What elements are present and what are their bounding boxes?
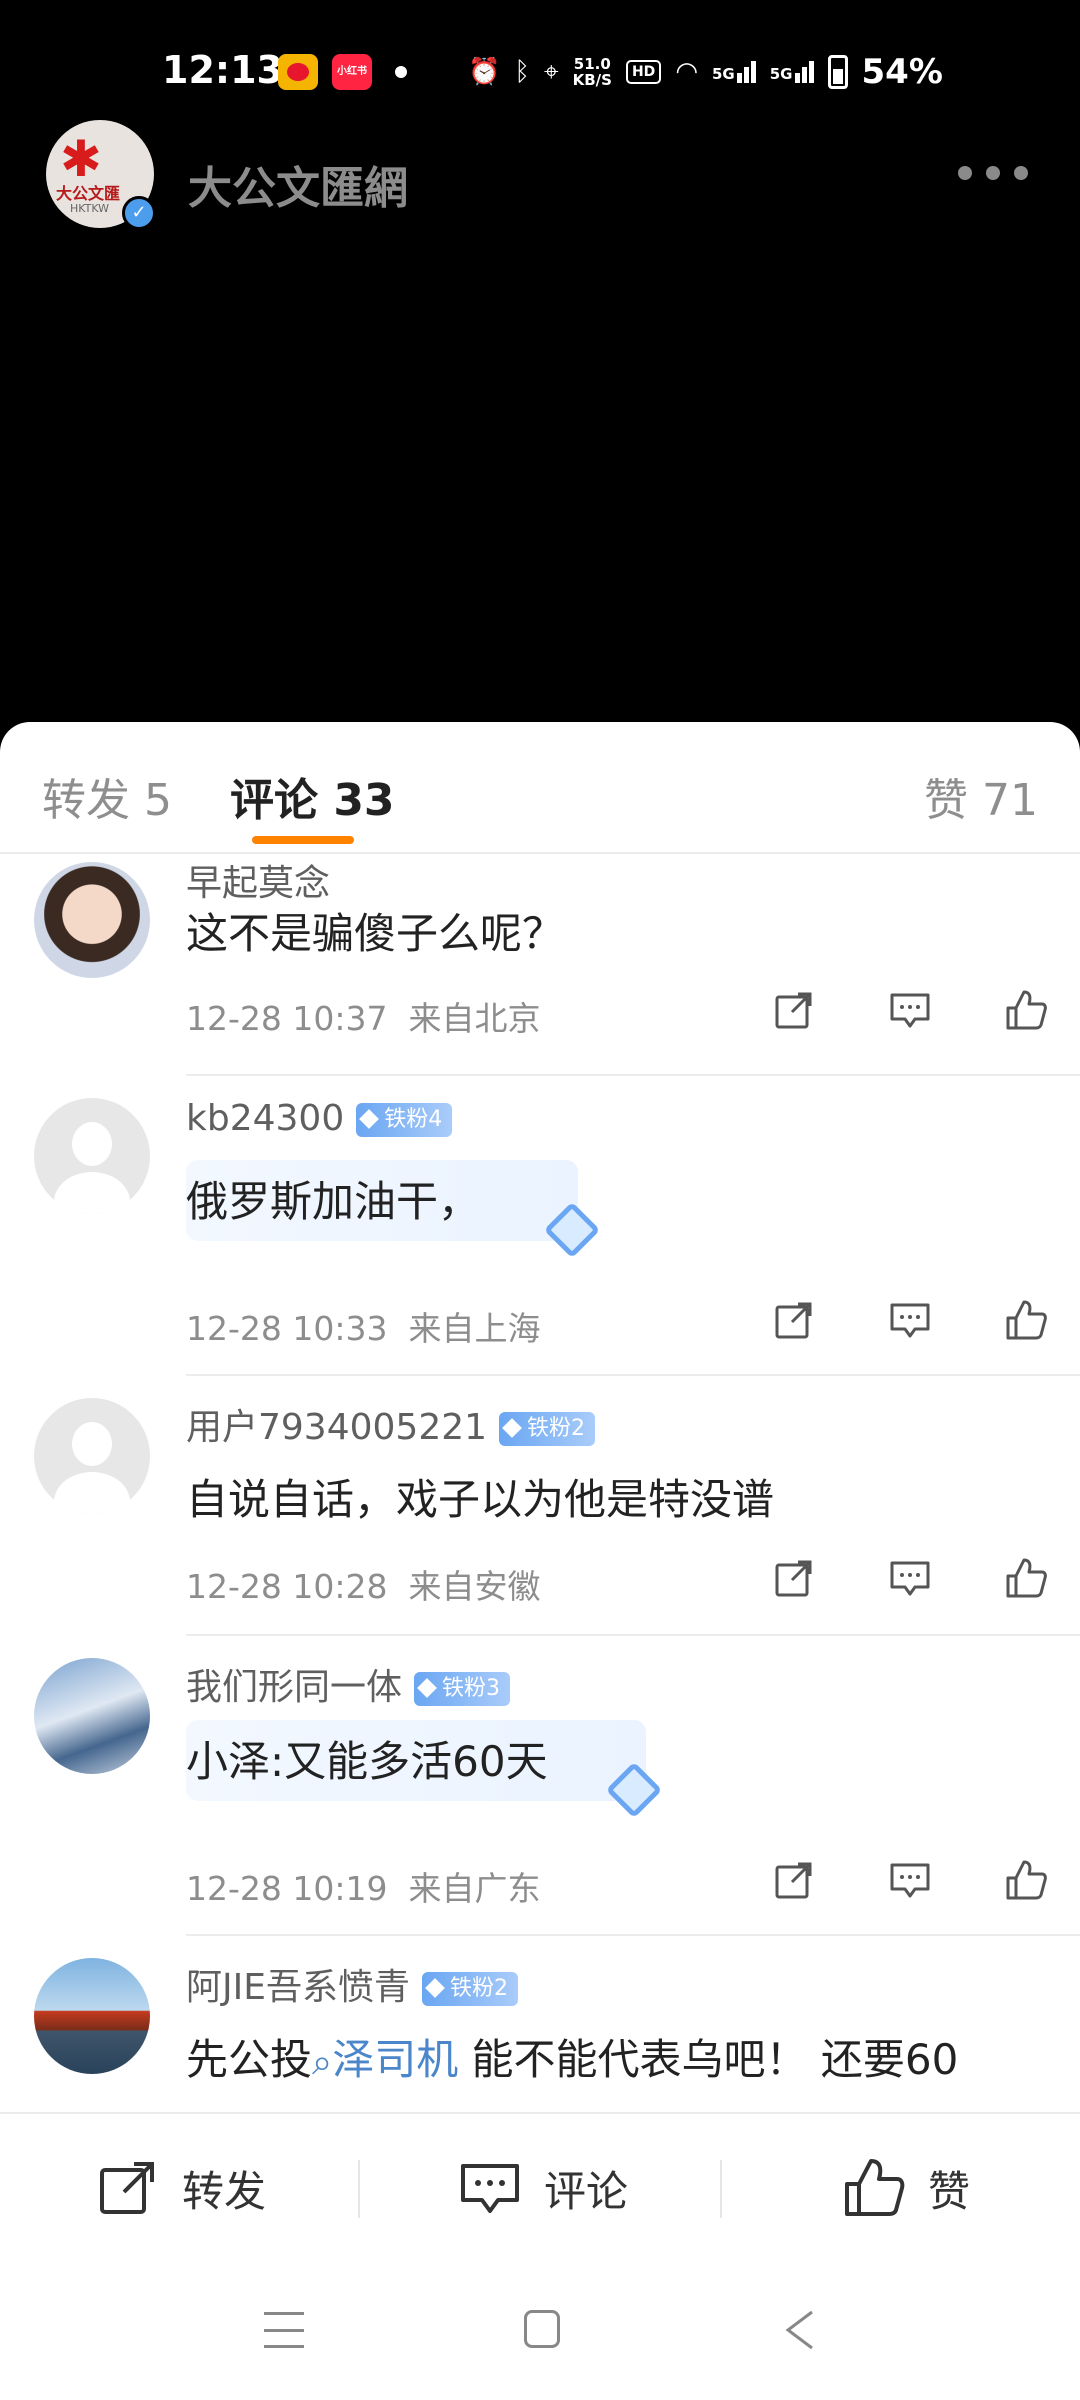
tab-reposts[interactable]: 转发 5 bbox=[42, 764, 172, 828]
like-icon[interactable] bbox=[1004, 1556, 1048, 1600]
brand-logo-mark: ✱ bbox=[60, 130, 102, 188]
alarm-icon: ⏰ bbox=[468, 57, 501, 87]
more-options-icon[interactable] bbox=[958, 158, 1028, 188]
battery-icon bbox=[827, 55, 848, 89]
status-time: 12:13 bbox=[162, 48, 283, 92]
commenter-avatar[interactable] bbox=[34, 1958, 150, 2074]
system-nav-bar bbox=[0, 2262, 1080, 2400]
repost-icon[interactable] bbox=[772, 988, 816, 1032]
repost-icon[interactable] bbox=[772, 1298, 816, 1342]
comment-icon[interactable] bbox=[888, 1858, 932, 1902]
comment-item: 用户7934005221 铁粉2 自说自话，戏子以为他是特没谱 12-28 10:… bbox=[0, 1376, 1080, 1636]
comment-item: 我们形同一体 铁粉3 小泽:又能多活60天 12-28 10:19 来自广东 bbox=[0, 1636, 1080, 1936]
repost-icon[interactable] bbox=[772, 1858, 816, 1902]
back-icon[interactable] bbox=[780, 2308, 820, 2352]
comment-label: 评论 bbox=[544, 2166, 629, 2216]
like-icon[interactable] bbox=[1004, 1858, 1048, 1902]
logo-sub-text: HKTKW bbox=[70, 202, 110, 215]
comment-meta: 12-28 10:33 来自上海 bbox=[186, 1302, 540, 1350]
commenter-name[interactable]: 阿JIE吾系愤青 铁粉2 bbox=[186, 1958, 518, 2010]
search-icon: ⌕ bbox=[312, 2042, 333, 2083]
commenter-avatar[interactable] bbox=[34, 1398, 150, 1514]
weibo-app-icon bbox=[278, 54, 318, 90]
fan-badge: 铁粉4 bbox=[356, 1103, 453, 1137]
recents-menu-icon[interactable] bbox=[264, 2312, 304, 2348]
comment-icon[interactable] bbox=[888, 1298, 932, 1342]
comment-text: 俄罗斯加油干， bbox=[186, 1160, 579, 1241]
logo-brand-text: 大公文匯 bbox=[56, 184, 121, 203]
comment-text: 小泽:又能多活60天 bbox=[186, 1720, 646, 1801]
mention-link[interactable]: 泽司机 bbox=[332, 2035, 458, 2084]
commenter-name[interactable]: 早起莫念 bbox=[186, 854, 330, 906]
diamond-icon bbox=[425, 1978, 445, 1998]
home-icon[interactable] bbox=[524, 2310, 560, 2348]
like-icon bbox=[845, 2159, 905, 2216]
signal-icon-1: 5G bbox=[712, 61, 756, 83]
comment-item: kb24300 铁粉4 俄罗斯加油干， 12-28 10:33 来自上海 bbox=[0, 1076, 1080, 1376]
location-icon: ⌖ bbox=[543, 56, 559, 87]
comment-location: 来自上海 bbox=[408, 1309, 541, 1348]
diamond-icon bbox=[359, 1109, 380, 1129]
commenter-avatar[interactable] bbox=[34, 1658, 150, 1774]
notification-dot-icon bbox=[395, 66, 407, 78]
tab-comments[interactable]: 评论 33 bbox=[230, 764, 395, 828]
diamond-icon bbox=[417, 1678, 437, 1698]
like-icon[interactable] bbox=[1004, 988, 1048, 1032]
signal-icon-2: 5G bbox=[770, 61, 814, 83]
comment-meta: 12-28 10:37 来自北京 bbox=[186, 992, 540, 1040]
comment-text: 这不是骗傻子么呢？ bbox=[186, 909, 565, 958]
comment-icon[interactable] bbox=[888, 1556, 932, 1600]
comment-text: 自说自话，戏子以为他是特没谱 bbox=[186, 1475, 775, 1524]
repost-button[interactable]: 转发 bbox=[96, 2156, 266, 2220]
comment-time: 12-28 10:37 bbox=[186, 999, 388, 1038]
fan-badge: 铁粉2 bbox=[421, 1972, 518, 2006]
comment-meta: 12-28 10:19 来自广东 bbox=[186, 1862, 540, 1910]
hd-voice-icon: HD bbox=[625, 60, 662, 84]
comment-location: 来自广东 bbox=[408, 1869, 541, 1908]
tab-bar: 转发 5 评论 33 赞 71 bbox=[0, 722, 1080, 854]
comment-time: 12-28 10:19 bbox=[186, 1869, 388, 1908]
xiaohongshu-app-icon: 小红书 bbox=[332, 54, 372, 90]
comment-item: 早起莫念 这不是骗傻子么呢？ 12-28 10:37 来自北京 bbox=[0, 854, 1080, 1076]
comment-icon[interactable] bbox=[888, 988, 932, 1032]
network-speed: 51.0 KB/S bbox=[572, 55, 612, 89]
comment-item: 阿JIE吾系愤青 铁粉2 先公投⌕泽司机 能不能代表乌吧！ 还要60 bbox=[0, 1936, 1080, 2136]
separator bbox=[358, 2160, 360, 2218]
comment-icon bbox=[461, 2164, 519, 2213]
verified-icon: ✓ bbox=[122, 196, 156, 230]
diamond-icon bbox=[502, 1418, 522, 1438]
commenter-name[interactable]: kb24300 铁粉4 bbox=[186, 1098, 453, 1139]
repost-icon bbox=[100, 2162, 154, 2214]
account-header: ✱ 大公文匯 HKTKW ✓ 大公文匯網 bbox=[0, 118, 1080, 238]
comment-text: 先公投⌕泽司机 能不能代表乌吧！ 还要60 bbox=[186, 2035, 959, 2084]
account-name[interactable]: 大公文匯網 bbox=[188, 152, 408, 216]
fan-badge: 铁粉2 bbox=[499, 1412, 596, 1446]
comment-time: 12-28 10:33 bbox=[186, 1309, 388, 1348]
comment-location: 来自安徽 bbox=[408, 1567, 541, 1606]
repost-icon[interactable] bbox=[772, 1556, 816, 1600]
wifi-icon: ◠ bbox=[675, 57, 698, 87]
comment-meta: 12-28 10:28 来自安徽 bbox=[186, 1560, 540, 1608]
battery-percent: 54% bbox=[861, 52, 943, 92]
commenter-avatar[interactable] bbox=[34, 1098, 150, 1214]
bottom-action-bar: 转发 评论 赞 bbox=[0, 2112, 1080, 2262]
like-button[interactable]: 赞 bbox=[842, 2156, 970, 2220]
comment-time: 12-28 10:28 bbox=[186, 1567, 388, 1606]
comment-location: 来自北京 bbox=[408, 999, 541, 1038]
like-icon[interactable] bbox=[1004, 1298, 1048, 1342]
commenter-name[interactable]: 我们形同一体 铁粉3 bbox=[186, 1658, 511, 1710]
fan-badge: 铁粉3 bbox=[414, 1672, 511, 1706]
active-tab-indicator bbox=[252, 836, 354, 844]
tab-likes[interactable]: 赞 71 bbox=[924, 764, 1038, 828]
commenter-avatar[interactable] bbox=[34, 862, 150, 978]
bluetooth-icon: ᛒ bbox=[514, 57, 530, 87]
repost-label: 转发 bbox=[182, 2166, 267, 2216]
commenter-name[interactable]: 用户7934005221 铁粉2 bbox=[186, 1398, 596, 1450]
like-label: 赞 bbox=[928, 2166, 971, 2216]
separator bbox=[720, 2160, 722, 2218]
comment-button[interactable]: 评论 bbox=[458, 2156, 628, 2220]
